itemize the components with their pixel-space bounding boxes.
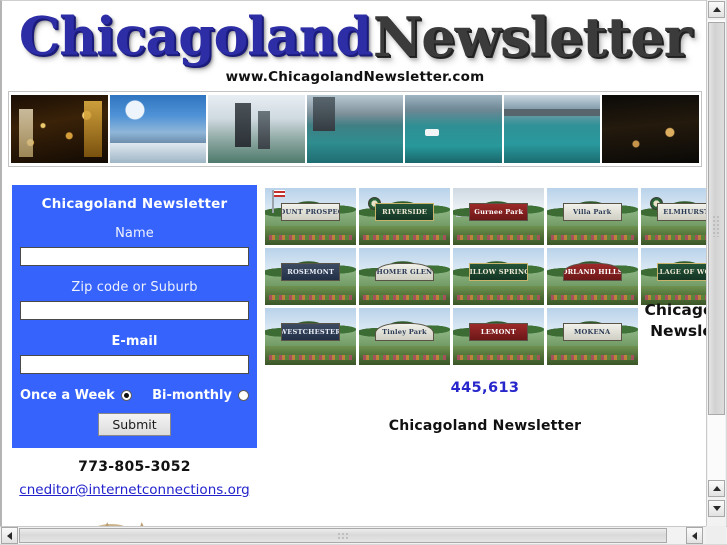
triangle-up-icon — [712, 7, 721, 12]
zip-label: Zip code or Suburb — [71, 280, 198, 295]
skyline-photo-river-tour-boat — [405, 95, 502, 163]
bulldog-mascot-image: Chicagoland Bulldogs — [65, 512, 205, 527]
email-input[interactable] — [20, 355, 249, 374]
frequency-option-bimonthly-label: Bi-monthly — [152, 388, 232, 403]
right-column: MOUNT PROSPECT RIVERSIDE Gurnee Park — [265, 188, 706, 434]
triangle-up-icon — [712, 486, 721, 491]
scrollbar-corner — [706, 526, 726, 544]
visitor-counter: 445,613 — [450, 380, 520, 396]
sign-grid-caption: Chicagoland Newsletter — [644, 301, 706, 340]
scroll-left-button-end[interactable] — [686, 527, 703, 544]
logo-word-newsletter: Newsletter — [372, 5, 692, 69]
town-sign-label: HOMER GLEN — [376, 267, 433, 277]
horizontal-scroll-thumb[interactable] — [19, 528, 667, 543]
vertical-scroll-thumb[interactable] — [708, 22, 725, 415]
footer-title: Chicagoland Newsletter — [388, 418, 582, 434]
town-sign-photo[interactable]: HOMER GLEN — [359, 248, 450, 305]
town-sign-label: MOKENA — [574, 327, 611, 337]
town-sign-photo[interactable]: VILLAGE OF WORTH — [641, 248, 706, 305]
left-column: Chicagoland Newsletter Name Zip code or … — [12, 185, 257, 527]
town-sign-photo[interactable]: WESTCHESTER — [265, 308, 356, 365]
triangle-down-icon — [712, 506, 721, 511]
skyline-photo-night-riverfront — [602, 95, 700, 163]
scroll-up-button-bottom[interactable] — [708, 480, 725, 497]
site-url-text: www.ChicagolandNewsletter.com — [225, 69, 485, 85]
frequency-radio-bimonthly[interactable] — [238, 390, 249, 401]
name-input[interactable] — [20, 247, 249, 266]
town-sign-label: Villa Park — [573, 207, 612, 217]
site-logo: ChicagolandNewsletter — [2, 5, 706, 69]
scroll-left-button[interactable] — [1, 527, 18, 544]
horizontal-scrollbar[interactable] — [0, 526, 727, 544]
web-page: ChicagolandNewsletter www.ChicagolandNew… — [2, 1, 706, 527]
skyline-photo-chicago-river-daytime — [208, 95, 305, 163]
vertical-scrollbar[interactable] — [706, 0, 726, 527]
triangle-left-icon — [7, 531, 12, 540]
skyline-photo-navy-pier-ferris-wheel — [109, 95, 207, 163]
page-viewport: ChicagolandNewsletter www.ChicagolandNew… — [0, 0, 706, 527]
contact-phone: 773-805-3052 — [78, 459, 191, 475]
town-sign-photo[interactable]: ORLAND HILLS — [547, 248, 638, 305]
scroll-up-button[interactable] — [708, 1, 725, 18]
town-sign-photo[interactable]: ROSEMONT — [265, 248, 356, 305]
town-sign-photo[interactable]: RIVERSIDE — [359, 188, 450, 245]
submit-button[interactable]: Submit — [98, 413, 171, 436]
frequency-option-weekly-label: Once a Week — [20, 388, 115, 403]
town-sign-photo[interactable]: WILLOW SPRINGS — [453, 248, 544, 305]
town-sign-label: MOUNT PROSPECT — [282, 207, 339, 217]
frequency-radio-weekly[interactable] — [120, 390, 132, 401]
scroll-down-button[interactable] — [708, 500, 725, 517]
contact-email-link[interactable]: cneditor@internetconnections.org — [19, 482, 249, 498]
town-sign-label: VILLAGE OF WORTH — [658, 267, 706, 277]
town-sign-photo[interactable]: MOKENA — [547, 308, 638, 365]
town-sign-label: WESTCHESTER — [281, 327, 340, 337]
scroll-thumb-grip — [712, 215, 721, 237]
town-sign-label: ORLAND HILLS — [563, 267, 622, 277]
town-sign-label: Tinley Park — [382, 327, 427, 337]
newsletter-signup-form: Chicagoland Newsletter Name Zip code or … — [12, 185, 257, 448]
town-sign-label: ROSEMONT — [287, 267, 334, 277]
town-sign-label: RIVERSIDE — [382, 207, 427, 217]
email-label: E-mail — [111, 334, 158, 349]
skyline-photo-chicago-night-skyline — [11, 95, 108, 163]
triangle-left-icon — [692, 531, 697, 540]
signup-form-title: Chicagoland Newsletter — [41, 196, 228, 212]
skyline-photo-riverwalk-bridge — [503, 95, 601, 163]
scroll-thumb-grip — [337, 532, 350, 541]
town-sign-photo[interactable]: Gurnee Park — [453, 188, 544, 245]
site-masthead: ChicagolandNewsletter www.ChicagolandNew… — [2, 1, 706, 89]
town-sign-photo[interactable]: MOUNT PROSPECT — [265, 188, 356, 245]
town-sign-label: LEMONT — [480, 327, 517, 337]
town-sign-label: ELMHURST — [663, 207, 706, 217]
logo-word-chicagoland: Chicagoland — [18, 6, 372, 68]
town-sign-photo[interactable]: Villa Park — [547, 188, 638, 245]
town-sign-grid: MOUNT PROSPECT RIVERSIDE Gurnee Park — [265, 188, 706, 365]
town-sign-label: WILLOW SPRINGS — [469, 267, 526, 277]
town-sign-photo[interactable]: Tinley Park — [359, 308, 450, 365]
contact-block: 773-805-3052 cneditor@internetconnection… — [12, 448, 257, 498]
frequency-option-row: Once a Week Bi-monthly — [20, 386, 249, 413]
browser-window: ChicagolandNewsletter www.ChicagolandNew… — [0, 0, 727, 545]
name-label: Name — [115, 226, 154, 241]
town-sign-photo[interactable]: LEMONT — [453, 308, 544, 365]
town-sign-label: Gurnee Park — [474, 207, 523, 217]
town-sign-photo[interactable]: ELMHURST — [641, 188, 706, 245]
skyline-photo-river-bend-downtown — [306, 95, 404, 163]
zip-or-suburb-input[interactable] — [20, 301, 249, 320]
skyline-photo-strip — [8, 91, 702, 167]
